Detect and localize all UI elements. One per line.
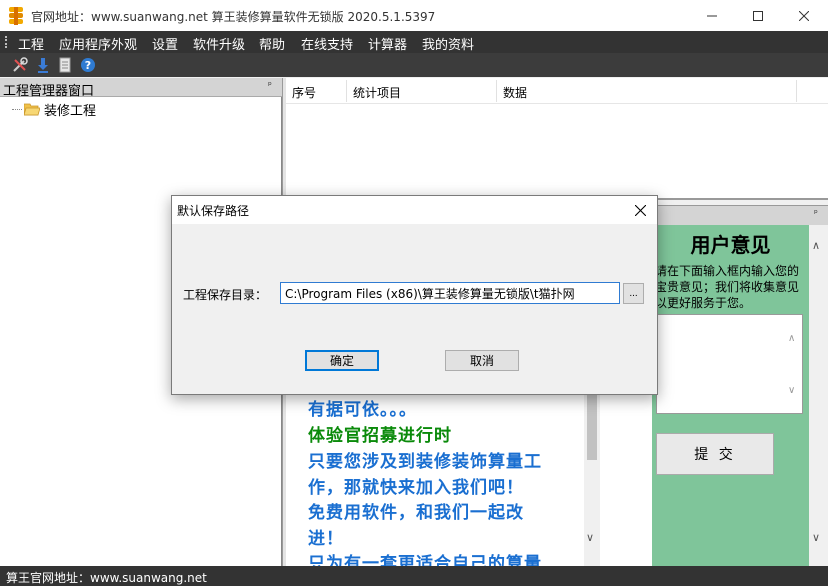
maximize-button[interactable] [735, 0, 781, 31]
chevron-down-icon[interactable]: ∨ [788, 385, 795, 396]
promo-line: 有据可依。。。 [308, 400, 417, 420]
feedback-input[interactable] [656, 314, 803, 414]
cancel-button[interactable]: 取消 [445, 350, 519, 371]
promo-line: 免费用软件，和我们一起改 [308, 503, 524, 523]
column-header-data[interactable]: 数据 [503, 84, 527, 101]
ok-button[interactable]: 确定 [305, 350, 379, 371]
menu-my-profile[interactable]: 我的资料 [422, 34, 474, 53]
stats-table-panel: 序号 统计项目 数据 [286, 78, 828, 200]
project-manager-title: 工程管理器窗口 [3, 84, 95, 99]
menu-bar: 工程 应用程序外观 设置 软件升级 帮助 在线支持 计算器 我的资料 [0, 31, 828, 53]
close-window-button[interactable] [781, 0, 827, 31]
dialog-body: 工程保存目录： ... 确定 取消 [172, 224, 657, 394]
minimize-button[interactable] [689, 0, 735, 31]
promo-line: 进！ [308, 529, 344, 549]
promo-line: 只为有一套更适合自己的算量 [308, 554, 542, 566]
column-divider[interactable] [796, 80, 797, 102]
save-directory-input[interactable] [280, 282, 620, 304]
save-directory-label: 工程保存目录： [183, 288, 268, 302]
default-save-path-dialog: 默认保存路径 工程保存目录： ... 确定 取消 [171, 195, 658, 395]
promo-line: 体验官招募进行时 [308, 426, 452, 446]
window-title: 官网地址：www.suanwang.net 算王装修算量软件无锁版 2020.5… [31, 10, 436, 24]
svg-text:?: ? [85, 59, 91, 72]
dialog-title-bar[interactable]: 默认保存路径 [172, 196, 657, 224]
close-icon [799, 10, 809, 21]
menu-help[interactable]: 帮助 [259, 34, 285, 53]
tree-item-decoration-project[interactable]: 装修工程 [12, 100, 97, 119]
browse-button[interactable]: ... [623, 283, 644, 304]
column-divider[interactable] [346, 80, 347, 102]
column-header-index[interactable]: 序号 [292, 84, 316, 101]
chevron-up-icon[interactable]: ∧ [812, 239, 820, 252]
maximize-icon [753, 10, 763, 21]
feedback-title: 用户意见 [690, 233, 771, 257]
chevron-up-icon[interactable]: ∧ [788, 333, 795, 344]
chevron-down-icon[interactable]: ∨ [812, 531, 820, 544]
pin-icon[interactable]: ᵖ [814, 209, 818, 219]
app-logo-icon [9, 7, 23, 25]
download-icon[interactable] [35, 57, 51, 73]
column-header-item[interactable]: 统计项目 [353, 84, 401, 101]
menu-project[interactable]: 工程 [18, 34, 44, 53]
project-manager-header: 工程管理器窗口 ᵖ [0, 78, 282, 99]
menu-app-appearance[interactable]: 应用程序外观 [59, 34, 137, 53]
chevron-down-icon[interactable]: ∨ [586, 531, 594, 544]
promo-line: 只要您涉及到装修装饰算量工 [308, 452, 542, 472]
menu-calculator[interactable]: 计算器 [368, 34, 407, 53]
toolbar: ? [0, 53, 828, 77]
tree-item-label: 装修工程 [44, 103, 97, 119]
feedback-description: 请在下面输入框内输入您的宝贵意见；我们将收集意见以更好服务于您。 [655, 264, 800, 310]
tools-icon[interactable] [12, 57, 28, 73]
minimize-icon [707, 15, 717, 16]
menu-settings[interactable]: 设置 [152, 34, 178, 53]
scrollbar-thumb[interactable] [587, 390, 597, 460]
close-icon [634, 204, 646, 216]
pin-icon[interactable]: ᵖ [268, 81, 272, 91]
stats-table-header: 序号 统计项目 数据 [286, 78, 828, 104]
column-divider[interactable] [496, 80, 497, 102]
dialog-close-button[interactable] [629, 200, 651, 220]
document-icon[interactable] [57, 57, 73, 73]
status-bar: 算王官网地址：www.suanwang.net [0, 566, 828, 586]
submit-feedback-button[interactable]: 提 交 [656, 433, 774, 475]
feedback-scrollbar[interactable]: ∧ ∨ [809, 225, 828, 566]
help-icon[interactable]: ? [80, 57, 96, 73]
promo-line: 作，那就快来加入我们吧！ [308, 478, 524, 498]
dialog-title: 默认保存路径 [177, 204, 250, 218]
menu-software-upgrade[interactable]: 软件升级 [193, 34, 245, 53]
menu-online-support[interactable]: 在线支持 [301, 34, 353, 53]
tree-connector [12, 108, 22, 110]
title-bar: 官网地址：www.suanwang.net 算王装修算量软件无锁版 2020.5… [0, 0, 828, 31]
user-feedback-panel: 用户意见 请在下面输入框内输入您的宝贵意见；我们将收集意见以更好服务于您。 ∧ … [652, 225, 809, 566]
status-text: 算王官网地址：www.suanwang.net [6, 571, 207, 585]
menu-grip-handle[interactable] [5, 36, 7, 48]
folder-open-icon [24, 103, 40, 115]
